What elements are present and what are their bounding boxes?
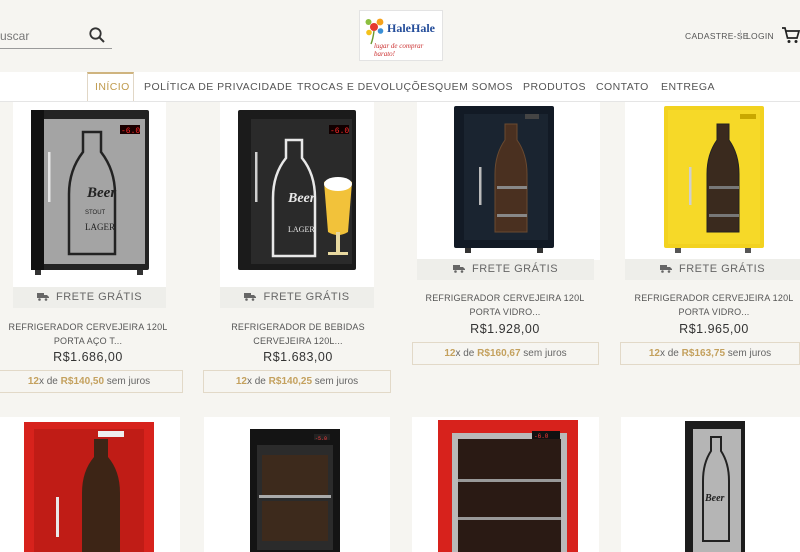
product-name[interactable]: REFRIGERADOR CERVEJEIRA 120L PORTA VIDRO… (415, 291, 595, 319)
product-image[interactable]: -6.0 Beer LAGER (220, 102, 374, 288)
product-image[interactable] (0, 417, 180, 552)
shipping-label: FRETE GRÁTIS (263, 291, 350, 303)
product-name-line[interactable]: PORTA VIDRO... (415, 305, 595, 319)
nav-active-indicator (87, 72, 134, 101)
shipping-label: FRETE GRÁTIS (55, 291, 143, 303)
temp-display: -6.0 (121, 127, 140, 136)
product-image[interactable]: Beer (621, 417, 800, 552)
svg-text:LAGER: LAGER (85, 222, 115, 232)
search-icon[interactable] (88, 26, 106, 44)
product-image[interactable] (625, 102, 800, 260)
temp-display: -6.0 (534, 433, 549, 440)
installment-suffix: sem juros (312, 376, 359, 387)
product-price: R$1.965,00 (679, 322, 749, 336)
installment-value: R$163,75 (681, 348, 726, 359)
site-logo[interactable]: HaleHale lugar de comprar barato! (359, 10, 443, 61)
installment-count: 12 (444, 348, 456, 359)
product-price: R$1.686,00 (53, 350, 123, 364)
product-name[interactable]: REFRIGERADOR CERVEJEIRA 120L PORTA AÇO T… (0, 320, 176, 348)
installment-suffix: sem juros (104, 376, 151, 387)
product-image[interactable] (417, 102, 600, 260)
product-name[interactable]: REFRIGERADOR DE BEBIDAS CERVEJEIRA 120L.… (208, 320, 388, 348)
svg-text:Beer: Beer (704, 493, 725, 504)
product-image[interactable]: -6.0 Beer STOUT LAGER (13, 102, 166, 288)
product-name-line[interactable]: REFRIGERADOR DE BEBIDAS (208, 320, 388, 334)
svg-text:Beer: Beer (86, 185, 116, 201)
product-price: R$1.928,00 (470, 322, 540, 336)
product-image[interactable]: -6.0 (412, 417, 599, 552)
nav-trocas-devolucoes[interactable]: TROCAS E DEVOLUÇÕES (297, 81, 435, 93)
nav-quem-somos[interactable]: QUEM SOMOS (435, 81, 513, 93)
shipping-badge: FRETE GRÁTIS (13, 287, 166, 308)
shipping-label: FRETE GRÁTIS (678, 263, 766, 275)
shipping-label: FRETE GRÁTIS (471, 263, 559, 275)
installment-info: 12x de R$163,75 sem juros (620, 342, 800, 365)
installment-value: R$160,67 (477, 348, 521, 359)
svg-text:Beer: Beer (287, 191, 316, 206)
truck-icon (244, 293, 257, 301)
nav-contato[interactable]: CONTATO (596, 81, 649, 93)
installment-x: x de (455, 348, 478, 359)
truck-icon (36, 293, 49, 301)
installment-info: 12x de R$160,67 sem juros (412, 342, 599, 365)
logo-title: HaleHale (387, 21, 435, 35)
search-bar[interactable]: uscar (0, 24, 112, 49)
temp-display: -5.0 (315, 436, 327, 442)
installment-count: 12 (648, 348, 660, 359)
nav-produtos[interactable]: PRODUTOS (523, 81, 586, 93)
product-name-line[interactable]: PORTA VIDRO... (624, 305, 800, 319)
product-price: R$1.683,00 (263, 350, 333, 364)
installment-x: x de (246, 376, 269, 387)
product-name[interactable]: REFRIGERADOR CERVEJEIRA 120L PORTA VIDRO… (624, 291, 800, 319)
product-name-line[interactable]: REFRIGERADOR CERVEJEIRA 120L (0, 320, 176, 334)
product-name-line[interactable]: PORTA AÇO T... (0, 334, 176, 348)
login-link[interactable]: LOGIN (746, 31, 774, 41)
shipping-badge: FRETE GRÁTIS (417, 259, 594, 280)
svg-text:STOUT: STOUT (85, 210, 106, 216)
installment-x: x de (38, 376, 61, 387)
installment-count: 12 (27, 376, 39, 387)
temp-display: -6.0 (330, 127, 349, 136)
shipping-badge: FRETE GRÁTIS (625, 259, 800, 280)
product-name-line[interactable]: REFRIGERADOR CERVEJEIRA 120L (415, 291, 595, 305)
installment-info: 12x de R$140,25 sem juros (203, 370, 391, 393)
site-header: uscar HaleHale lugar de comprar barato! … (0, 0, 800, 72)
svg-text:LAGER: LAGER (288, 225, 315, 234)
installment-count: 12 (235, 376, 247, 387)
search-input[interactable]: uscar (0, 29, 29, 43)
logo-tagline: lugar de comprar barato! (374, 42, 424, 58)
product-name-line[interactable]: CERVEJEIRA 120L... (208, 334, 388, 348)
cart-icon[interactable] (781, 26, 800, 44)
installment-suffix: sem juros (725, 348, 772, 359)
nav-entrega[interactable]: ENTREGA (661, 81, 715, 93)
installment-x: x de (659, 348, 682, 359)
header-divider (740, 30, 741, 40)
nav-politica-privacidade[interactable]: POLÍTICA DE PRIVACIDADE (144, 81, 292, 93)
installment-suffix: sem juros (520, 348, 567, 359)
shipping-badge: FRETE GRÁTIS (220, 287, 374, 308)
truck-icon (659, 265, 672, 273)
installment-value: R$140,50 (60, 376, 105, 387)
installment-info: 12x de R$140,50 sem juros (0, 370, 183, 393)
product-image[interactable]: -5.0 (204, 417, 390, 552)
truck-icon (452, 265, 465, 273)
installment-value: R$140,25 (268, 376, 313, 387)
product-name-line[interactable]: REFRIGERADOR CERVEJEIRA 120L (624, 291, 800, 305)
